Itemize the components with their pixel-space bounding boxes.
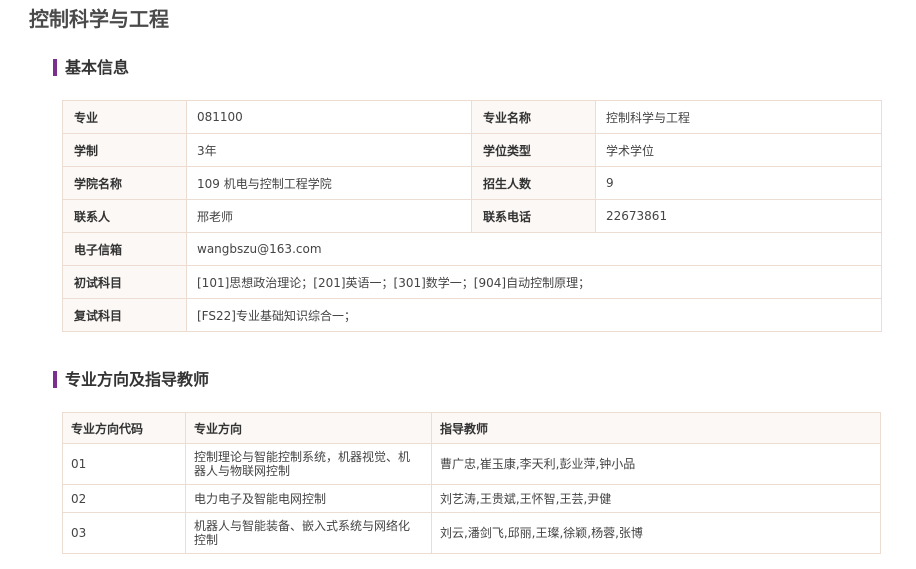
table-row: 复试科目 [FS22]专业基础知识综合一； [62,298,882,332]
direction-advisors: 曹广忠,崔玉康,李天利,彭业萍,钟小品 [431,443,881,485]
enroll-value: 9 [595,166,882,200]
retest-label: 复试科目 [62,298,187,332]
direction-advisors: 刘云,潘剑飞,邱丽,王璨,徐颖,杨蓉,张博 [431,512,881,554]
contact-label: 联系人 [62,199,187,233]
direction-advisors: 刘艺涛,王贵斌,王怀智,王芸,尹健 [431,484,881,513]
contact-value: 邢老师 [186,199,472,233]
direction-code: 01 [62,443,186,485]
table-row: 联系人 邢老师 联系电话 22673861 [62,199,882,233]
section-title-text: 基本信息 [65,58,130,77]
degree-type-label: 学位类型 [471,133,596,167]
table-row: 学院名称 109 机电与控制工程学院 招生人数 9 [62,166,882,200]
major-label: 专业 [62,100,187,134]
section-accent-bar [53,59,57,76]
college-label: 学院名称 [62,166,187,200]
section-title-text: 专业方向及指导教师 [65,370,210,389]
email-value: wangbszu@163.com [186,232,882,266]
page: 控制科学与工程 基本信息 专业 081100 专业名称 控制科学与工程 学制 3… [0,0,916,569]
phone-value: 22673861 [595,199,882,233]
direction-name: 控制理论与智能控制系统，机器视觉、机器人与物联网控制 [185,443,432,485]
direction-name: 电力电子及智能电网控制 [185,484,432,513]
retest-value[interactable]: [FS22]专业基础知识综合一； [186,298,882,332]
initial-exam-value[interactable]: [101]思想政治理论；[201]英语一；[301]数学一；[904]自动控制原… [186,265,882,299]
direction-name: 机器人与智能装备、嵌入式系统与网络化控制 [185,512,432,554]
major-name-value: 控制科学与工程 [595,100,882,134]
direction-code: 03 [62,512,186,554]
table-row: 02 电力电子及智能电网控制 刘艺涛,王贵斌,王怀智,王芸,尹健 [62,484,881,513]
table-header-row: 专业方向代码 专业方向 指导教师 [62,412,881,444]
enroll-label: 招生人数 [471,166,596,200]
college-value: 109 机电与控制工程学院 [186,166,472,200]
section-title-directions: 专业方向及指导教师 [53,370,209,390]
header-direction-code: 专业方向代码 [62,412,186,444]
section-title-basic-info: 基本信息 [53,58,129,78]
table-row: 03 机器人与智能装备、嵌入式系统与网络化控制 刘云,潘剑飞,邱丽,王璨,徐颖,… [62,512,881,554]
table-row: 电子信箱 wangbszu@163.com [62,232,882,266]
duration-value: 3年 [186,133,472,167]
major-name-label: 专业名称 [471,100,596,134]
table-row: 学制 3年 学位类型 学术学位 [62,133,882,167]
section-accent-bar [53,371,57,388]
table-row: 初试科目 [101]思想政治理论；[201]英语一；[301]数学一；[904]… [62,265,882,299]
page-title: 控制科学与工程 [29,7,169,31]
degree-type-value: 学术学位 [595,133,882,167]
initial-exam-label: 初试科目 [62,265,187,299]
header-direction: 专业方向 [185,412,432,444]
direction-code: 02 [62,484,186,513]
table-row: 专业 081100 专业名称 控制科学与工程 [62,100,882,134]
phone-label: 联系电话 [471,199,596,233]
header-advisors: 指导教师 [431,412,881,444]
basic-info-table: 专业 081100 专业名称 控制科学与工程 学制 3年 学位类型 学术学位 学… [62,100,882,332]
directions-table: 专业方向代码 专业方向 指导教师 01 控制理论与智能控制系统，机器视觉、机器人… [62,412,881,554]
major-value: 081100 [186,100,472,134]
duration-label: 学制 [62,133,187,167]
email-label: 电子信箱 [62,232,187,266]
table-row: 01 控制理论与智能控制系统，机器视觉、机器人与物联网控制 曹广忠,崔玉康,李天… [62,443,881,485]
